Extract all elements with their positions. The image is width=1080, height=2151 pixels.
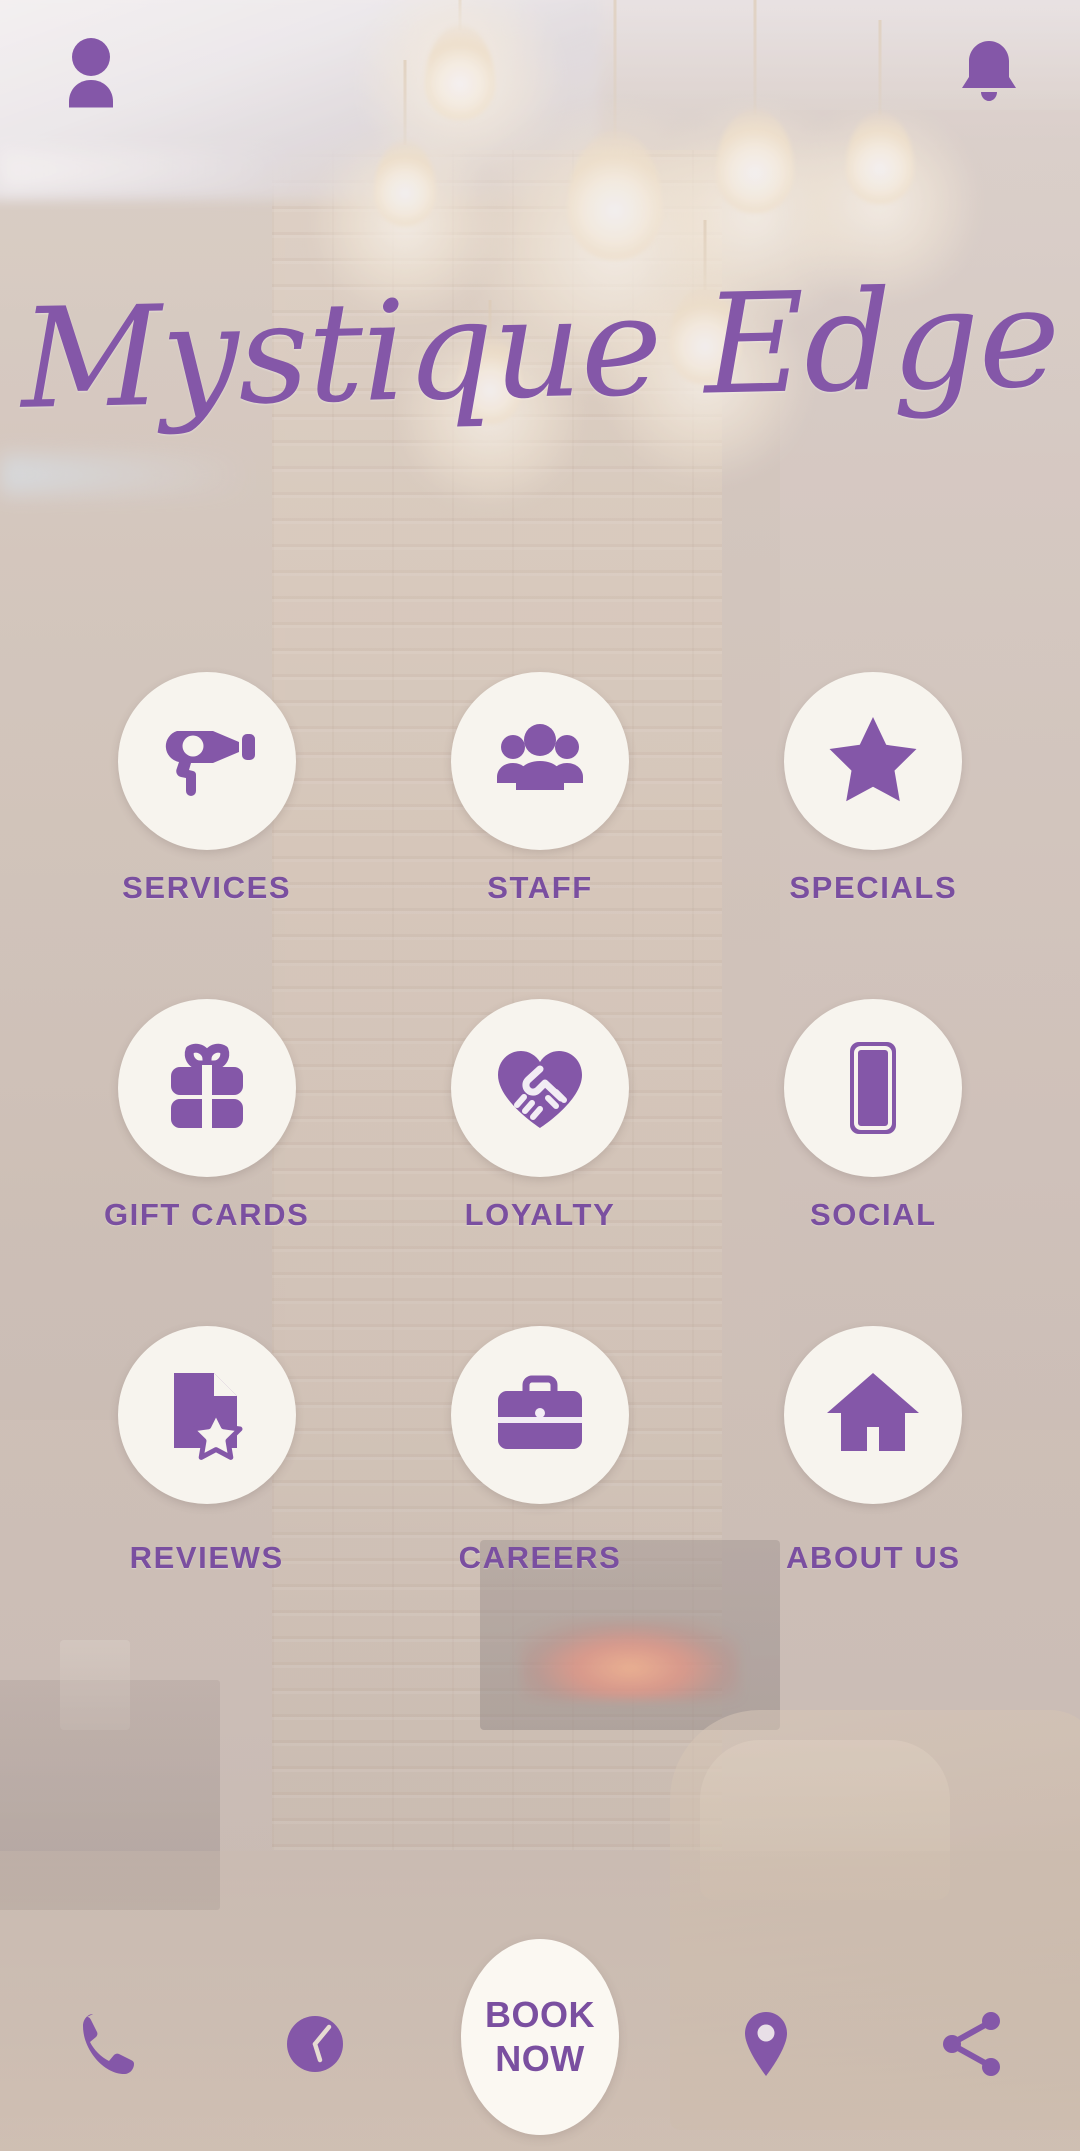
book-now-button[interactable]: BOOK NOW [461,1938,619,2135]
menu-tile-label: GIFT CARDS [103,1197,310,1232]
menu-tile-specials[interactable]: SPECIALS [707,672,1040,906]
briefcase-icon [488,1363,592,1467]
menu-tile-label: SPECIALS [789,870,958,905]
book-now-line-1: BOOK [485,1993,595,2035]
menu-icon-circle [117,1326,296,1504]
bottom-bar: BOOK NOW [0,1936,1080,2151]
menu-tile-services[interactable]: SERVICES [40,672,373,906]
menu-icon-circle [450,672,629,850]
clock-icon[interactable] [255,2008,375,2080]
home-icon [821,1363,925,1467]
menu-icon-circle [784,672,963,850]
brand-logo: Mystique Edge [0,257,1080,440]
menu-tile-label: REVIEWS [129,1540,284,1575]
document-star-icon [155,1363,259,1467]
menu-icon-circle [450,999,629,1177]
logo-text: Mystique Edge [19,257,1061,440]
menu-icon-circle [784,1326,963,1504]
menu-tile-social[interactable]: SOCIAL [707,999,1040,1233]
mobile-phone-icon [821,1036,925,1140]
menu-tile-loyalty[interactable]: LOYALTY [373,999,706,1233]
map-pin-icon[interactable] [706,2008,826,2080]
menu-tile-label: STAFF [487,870,593,905]
person-icon[interactable] [60,37,122,109]
menu-tile-gift-cards[interactable]: GIFT CARDS [40,999,373,1233]
hair-dryer-icon [155,709,259,813]
star-icon [821,709,925,813]
book-now-line-2: NOW [495,2037,585,2079]
menu-icon-circle [117,999,296,1177]
menu-icon-circle [117,672,296,850]
top-bar [0,0,1080,145]
menu-icon-circle [784,999,963,1177]
people-group-icon [488,709,592,813]
menu-tile-label: LOYALTY [464,1197,616,1232]
gift-box-icon [155,1036,259,1140]
share-icon[interactable] [912,2008,1032,2080]
menu-tile-staff[interactable]: STAFF [373,672,706,906]
menu-tile-label: CAREERS [458,1540,622,1575]
menu-tile-reviews[interactable]: REVIEWS [40,1326,373,1576]
menu-tile-label: SOCIAL [809,1197,937,1232]
menu-tile-about-us[interactable]: ABOUT US [707,1326,1040,1576]
menu-tile-careers[interactable]: CAREERS [373,1326,706,1576]
menu-tile-label: SERVICES [122,870,292,905]
phone-icon[interactable] [48,2008,168,2080]
heart-handshake-icon [488,1036,592,1140]
menu-grid: SERVICES STAFF SPECIALS GIFT CARDS LOYAL… [0,672,1080,1576]
bell-icon[interactable] [958,37,1020,109]
menu-icon-circle [450,1326,629,1504]
menu-tile-label: ABOUT US [785,1540,961,1575]
